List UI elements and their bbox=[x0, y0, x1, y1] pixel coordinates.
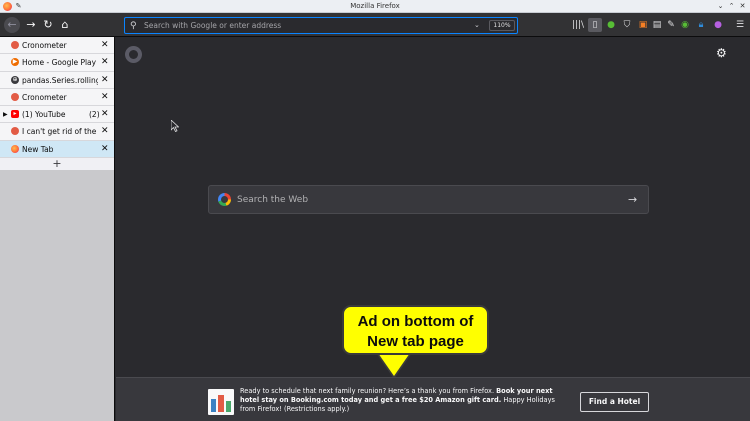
cronometer-icon bbox=[11, 127, 19, 136]
hotel-illustration-icon bbox=[208, 389, 234, 415]
library-icon[interactable]: |||\ bbox=[571, 18, 585, 32]
screenshot-icon[interactable]: ▤ bbox=[650, 18, 664, 32]
sponsored-banner: Ready to schedule that next family reuni… bbox=[116, 377, 750, 421]
callout-line-2: New tab page bbox=[367, 333, 464, 350]
sidebar-tab[interactable]: ▶ Home - Google Play Music ✕ bbox=[0, 54, 114, 72]
sidebar-tab[interactable]: ⊕ pandas.Series.rolling ✕ bbox=[0, 71, 114, 89]
close-tab-icon[interactable]: ✕ bbox=[101, 54, 109, 71]
tab-sidebar: Cronometer ✕ ▶ Home - Google Play Music … bbox=[0, 37, 115, 421]
google-icon bbox=[218, 193, 231, 206]
annotation-callout: Ad on bottom of New tab page bbox=[342, 305, 489, 355]
callout-line-1: Ad on bottom of bbox=[357, 313, 474, 330]
sidebar-tab[interactable]: I can't get rid of the sponsored ✕ bbox=[0, 123, 114, 141]
maximize-icon[interactable]: ⌃ bbox=[727, 2, 736, 11]
globe-icon: ⊕ bbox=[11, 75, 19, 84]
sidebar-tab[interactable]: Cronometer ✕ bbox=[0, 37, 114, 55]
expand-triangle-icon[interactable]: ▶ bbox=[3, 106, 8, 123]
close-tab-icon[interactable]: ✕ bbox=[101, 106, 109, 123]
close-tab-icon[interactable]: ✕ bbox=[101, 89, 109, 106]
firefox-logo-icon bbox=[125, 46, 142, 63]
extension-pen-icon[interactable]: ✎ bbox=[664, 18, 678, 32]
lock-icon[interactable]: 🔒︎ bbox=[694, 18, 708, 32]
title-bar: ✎ Mozilla Firefox ⌄ ⌃ ✕ bbox=[0, 0, 750, 13]
window-title: Mozilla Firefox bbox=[350, 2, 400, 10]
tab-label: Cronometer bbox=[22, 92, 67, 102]
find-hotel-button[interactable]: Find a Hotel bbox=[580, 392, 649, 412]
sidebar-toggle-icon[interactable]: ▯ bbox=[588, 18, 602, 32]
reload-button[interactable]: ↻ bbox=[40, 17, 56, 33]
extension-shield-icon[interactable]: ⛉ bbox=[620, 18, 634, 32]
cronometer-icon bbox=[11, 41, 19, 49]
firefox-window: ✎ Mozilla Firefox ⌄ ⌃ ✕ ← → ↻ ⌂ ⚲ Search… bbox=[0, 0, 750, 421]
search-icon: ⚲ bbox=[130, 21, 137, 31]
search-placeholder: Search the Web bbox=[237, 195, 309, 205]
tab-label: Home - Google Play Music bbox=[22, 58, 98, 68]
menu-icon[interactable]: ☰ bbox=[733, 18, 747, 32]
sidebar-tab-active[interactable]: New Tab ✕ bbox=[0, 140, 114, 159]
zoom-indicator[interactable]: 110% bbox=[489, 20, 515, 31]
web-search-box[interactable]: Search the Web → bbox=[208, 185, 649, 214]
home-button[interactable]: ⌂ bbox=[57, 17, 73, 33]
close-tab-icon[interactable]: ✕ bbox=[101, 72, 109, 89]
url-bar[interactable]: ⚲ Search with Google or enter address ⌄ … bbox=[124, 17, 518, 34]
close-tab-icon[interactable]: ✕ bbox=[101, 141, 109, 158]
close-window-icon[interactable]: ✕ bbox=[738, 2, 747, 11]
extension-orange-icon[interactable]: ▣ bbox=[636, 18, 650, 32]
ad-text-intro: Ready to schedule that next family reuni… bbox=[240, 387, 497, 395]
tab-label: (1) YouTube bbox=[22, 110, 66, 120]
tab-list: Cronometer ✕ ▶ Home - Google Play Music … bbox=[0, 37, 114, 171]
tab-label: I can't get rid of the sponsored bbox=[22, 127, 98, 137]
extension-purple-icon[interactable]: ● bbox=[711, 18, 725, 32]
url-placeholder: Search with Google or enter address bbox=[144, 21, 282, 30]
back-button[interactable]: ← bbox=[4, 17, 20, 33]
firefox-icon bbox=[11, 144, 19, 153]
chevron-down-icon[interactable]: ⌄ bbox=[474, 18, 480, 33]
gear-icon[interactable]: ⚙ bbox=[716, 47, 727, 59]
extension-green-icon[interactable]: ● bbox=[604, 18, 618, 32]
tab-label: New Tab bbox=[22, 144, 54, 154]
ad-message: Ready to schedule that next family reuni… bbox=[240, 387, 570, 414]
youtube-icon: ▸ bbox=[11, 110, 19, 119]
new-tab-button[interactable]: + bbox=[0, 158, 114, 171]
tab-label: pandas.Series.rolling bbox=[22, 75, 98, 85]
new-tab-page: ⚙ Search the Web → Ad on bottom of New t… bbox=[116, 37, 750, 421]
callout-pointer bbox=[378, 353, 410, 376]
close-tab-icon[interactable]: ✕ bbox=[101, 37, 109, 54]
forward-button[interactable]: → bbox=[23, 17, 39, 33]
extension-circle-icon[interactable]: ◉ bbox=[678, 18, 692, 32]
arrow-right-icon[interactable]: → bbox=[628, 186, 637, 214]
close-tab-icon[interactable]: ✕ bbox=[101, 123, 109, 140]
sidebar-tab[interactable]: ▶ ▸ (1) YouTube (2) ✕ bbox=[0, 106, 114, 124]
mouse-cursor-icon bbox=[171, 120, 179, 132]
tab-count: (2) bbox=[89, 110, 100, 120]
cronometer-icon bbox=[11, 92, 19, 101]
minimize-icon[interactable]: ⌄ bbox=[716, 2, 725, 11]
tab-label: Cronometer bbox=[22, 41, 67, 50]
play-music-icon: ▶ bbox=[11, 58, 19, 67]
sidebar-tab[interactable]: Cronometer ✕ bbox=[0, 88, 114, 107]
nav-toolbar: ← → ↻ ⌂ ⚲ Search with Google or enter ad… bbox=[0, 13, 750, 37]
